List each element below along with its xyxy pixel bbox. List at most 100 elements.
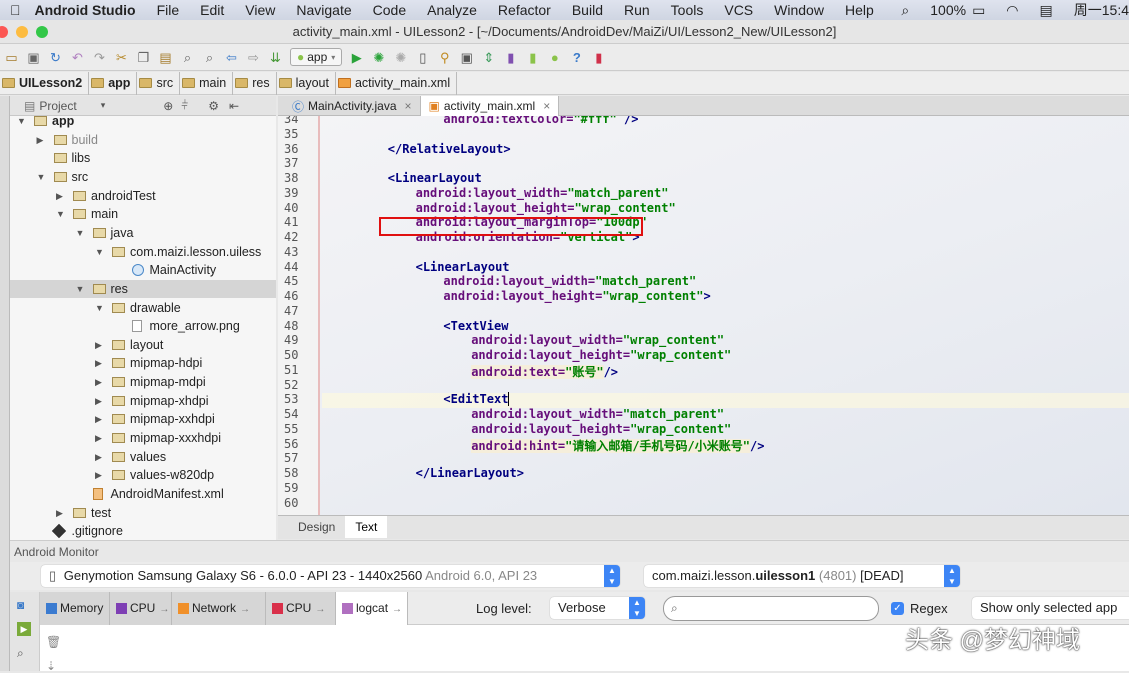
apple-icon[interactable]: : [10, 2, 21, 18]
attach-debugger-icon[interactable]: ✺: [393, 50, 408, 65]
collapsed-arrow-icon[interactable]: ▶: [95, 448, 102, 466]
collapsed-arrow-icon[interactable]: ▶: [95, 354, 102, 372]
paste-icon[interactable]: ▤: [158, 50, 173, 65]
collapsed-arrow-icon[interactable]: ▶: [95, 336, 102, 354]
expanded-arrow-icon[interactable]: ▼: [95, 243, 104, 261]
gear-icon[interactable]: ⚙: [208, 99, 219, 113]
menu-window[interactable]: Window: [774, 2, 824, 18]
tree-item[interactable]: AndroidManifest.xml: [10, 485, 276, 503]
tree-item[interactable]: ▼ drawable: [10, 299, 276, 317]
monitor-tab-network[interactable]: Network →: [172, 592, 266, 625]
collapsed-arrow-icon[interactable]: ▶: [95, 466, 102, 484]
monitor-tab-logcat[interactable]: logcat →: [336, 592, 408, 625]
make-project-icon[interactable]: ⇊: [268, 50, 283, 65]
tree-item[interactable]: ▼ src: [10, 168, 276, 186]
collapsed-arrow-icon[interactable]: ▶: [95, 429, 102, 447]
collapse-all-icon[interactable]: ⫩: [181, 98, 188, 113]
tab-text[interactable]: Text: [345, 516, 388, 538]
forward-icon[interactable]: ⇨: [246, 50, 261, 65]
zoom-window-button[interactable]: [36, 26, 48, 38]
screen-record-icon[interactable]: ▶: [17, 622, 31, 636]
expanded-arrow-icon[interactable]: ▼: [37, 168, 46, 186]
collapsed-arrow-icon[interactable]: ▶: [95, 392, 102, 410]
menu-edit[interactable]: Edit: [200, 2, 224, 18]
tree-item[interactable]: ▼ main: [10, 205, 276, 223]
expanded-arrow-icon[interactable]: ▼: [56, 205, 65, 223]
tree-item[interactable]: MainActivity: [10, 261, 276, 279]
app-name-menu[interactable]: Android Studio: [35, 2, 136, 18]
tree-item[interactable]: ▶ values: [10, 448, 276, 466]
stop-icon[interactable]: ▮: [591, 50, 606, 65]
save-icon[interactable]: ▣: [26, 50, 41, 65]
close-tab-icon[interactable]: ×: [543, 99, 550, 113]
back-icon[interactable]: ⇦: [224, 50, 239, 65]
code-editor[interactable]: 34 35 36 37 38 39 40 41 42 43 44 45 46 47 48 49 50 51 52 53…: [278, 116, 1129, 515]
android-monitor-icon[interactable]: ●: [547, 50, 562, 65]
process-dropdown[interactable]: com.maizi.lesson.uilesson1 (4801) [DEAD]…: [644, 565, 960, 587]
tree-item[interactable]: ▶ build: [10, 131, 276, 149]
expanded-arrow-icon[interactable]: ▼: [76, 224, 85, 242]
pin-icon[interactable]: →: [392, 604, 402, 615]
debug-icon[interactable]: ✺: [371, 50, 386, 65]
screenshot-icon[interactable]: ◙: [17, 598, 24, 612]
tree-item[interactable]: ▶ values-w820dp: [10, 466, 276, 484]
breadcrumb-item[interactable]: app: [89, 71, 138, 95]
collapsed-arrow-icon[interactable]: ▶: [56, 187, 63, 205]
minimize-window-button[interactable]: [16, 26, 28, 38]
collapsed-arrow-icon[interactable]: ▶: [95, 373, 102, 391]
redo-icon[interactable]: ↷: [92, 50, 107, 65]
tree-item[interactable]: ▶ mipmap-mdpi: [10, 373, 276, 391]
pin-icon[interactable]: →: [315, 604, 325, 615]
run-config-dropdown[interactable]: ● app ▾: [290, 48, 343, 66]
monitor-tab-cpu[interactable]: CPU →: [266, 592, 336, 625]
pin-icon[interactable]: →: [159, 604, 169, 615]
tree-item[interactable]: more_arrow.png: [10, 317, 276, 335]
tree-item[interactable]: ▼ java: [10, 224, 276, 242]
sdk-icon[interactable]: ▣: [459, 50, 474, 65]
breadcrumb-item[interactable]: activity_main.xml: [336, 71, 458, 95]
breadcrumb-item[interactable]: UILesson2: [0, 71, 90, 95]
project-structure-icon[interactable]: ⚲: [437, 50, 452, 65]
menu-analyze[interactable]: Analyze: [427, 2, 477, 18]
run-icon[interactable]: ▶: [349, 50, 364, 65]
search-icon[interactable]: ⌕: [901, 2, 909, 19]
filter-dropdown[interactable]: Show only selected app: [972, 597, 1129, 619]
tree-item[interactable]: libs: [10, 149, 276, 167]
menu-build[interactable]: Build: [572, 2, 603, 18]
project-view-selector[interactable]: Project: [39, 99, 76, 113]
chevron-down-icon[interactable]: ▾: [101, 100, 106, 111]
system-info-icon[interactable]: ⌕: [17, 646, 24, 661]
device-dropdown[interactable]: ▯ Genymotion Samsung Galaxy S6 - 6.0.0 -…: [41, 565, 620, 587]
breadcrumb-item[interactable]: res: [233, 71, 277, 95]
expanded-arrow-icon[interactable]: ▼: [76, 280, 85, 298]
collapsed-arrow-icon[interactable]: ▶: [37, 131, 44, 149]
collapsed-arrow-icon[interactable]: ▶: [56, 504, 63, 522]
device-icon[interactable]: ▯: [415, 50, 430, 65]
collapsed-arrow-icon[interactable]: ▶: [95, 410, 102, 428]
menu-code[interactable]: Code: [373, 2, 406, 18]
scroll-from-source-icon[interactable]: ⊕: [163, 99, 173, 113]
log-level-dropdown[interactable]: Verbose ▲ ▼: [550, 597, 645, 619]
menu-help[interactable]: Help: [845, 2, 874, 18]
tree-item[interactable]: ▶ androidTest: [10, 187, 276, 205]
tree-item[interactable]: ▶ layout: [10, 336, 276, 354]
menu-vcs[interactable]: VCS: [724, 2, 753, 18]
tree-item[interactable]: ▶ mipmap-xxxhdpi: [10, 429, 276, 447]
replace-icon[interactable]: ⌕: [202, 50, 217, 65]
breadcrumb-item[interactable]: layout: [277, 71, 336, 95]
monitor-tab-memory[interactable]: Memory: [40, 592, 110, 625]
monitor-tab-cpu[interactable]: CPU →: [110, 592, 172, 625]
editor-tab[interactable]: ▣ activity_main.xml ×: [420, 96, 560, 116]
regex-checkbox[interactable]: ✓: [891, 602, 904, 615]
tree-item[interactable]: ▼ app: [10, 116, 276, 130]
tree-item[interactable]: ▼ res: [10, 279, 276, 298]
expanded-arrow-icon[interactable]: ▼: [95, 299, 104, 317]
tree-item[interactable]: ▶ mipmap-hdpi: [10, 354, 276, 372]
editor-tab[interactable]: Ⓒ MainActivity.java ×: [284, 96, 421, 116]
tree-item[interactable]: ▶ mipmap-xxhdpi: [10, 410, 276, 428]
breadcrumb-item[interactable]: main: [180, 71, 234, 95]
sdk-manager-icon[interactable]: ▮: [525, 50, 540, 65]
breadcrumb-item[interactable]: src: [137, 71, 181, 95]
copy-icon[interactable]: ❐: [136, 50, 151, 65]
tab-design[interactable]: Design: [288, 516, 345, 538]
